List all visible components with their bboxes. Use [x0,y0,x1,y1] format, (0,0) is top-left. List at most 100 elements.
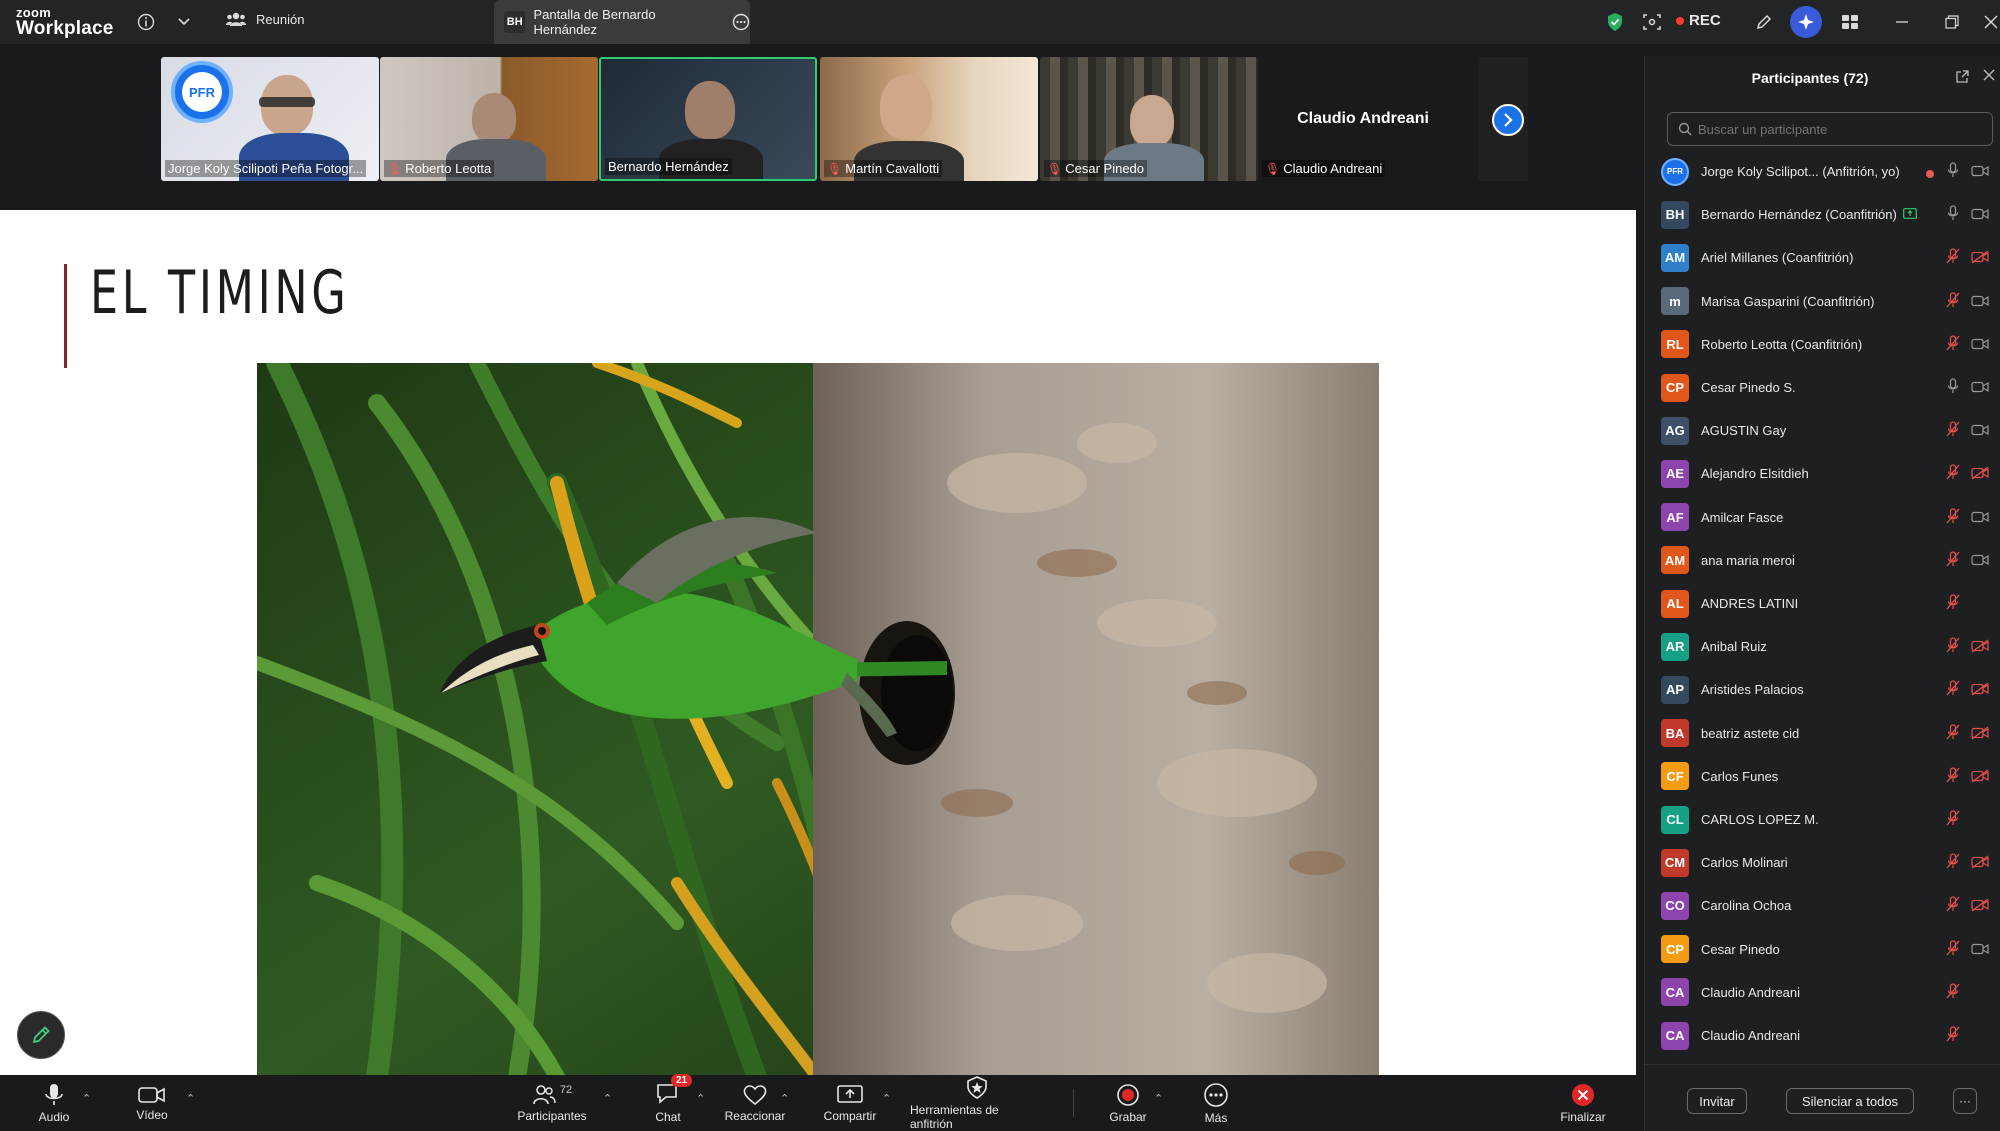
microphone-icon[interactable] [1947,162,1959,181]
camera-off-icon[interactable] [1971,769,1989,786]
participant-row[interactable]: AE Alejandro Elsitdieh [1661,452,1997,495]
participant-row[interactable]: CO Carolina Ochoa [1661,884,1997,927]
microphone-muted-icon[interactable] [1946,983,1960,1002]
participant-row[interactable]: CM Carlos Molinari [1661,841,1997,884]
camera-icon[interactable] [1971,380,1989,396]
close-window-icon[interactable] [1982,10,2000,34]
more-options-button[interactable]: ··· [1953,1088,1977,1114]
participant-row[interactable]: m Marisa Gasparini (Coanfitrión) [1661,280,1997,323]
microphone-muted-icon[interactable] [1946,637,1960,656]
next-page-button[interactable] [1492,104,1524,136]
microphone-muted-icon[interactable] [1946,767,1960,786]
restore-icon[interactable] [1940,10,1964,34]
camera-icon[interactable] [1971,942,1989,958]
end-meeting-button[interactable]: Finalizar [1556,1075,1610,1131]
invite-button[interactable]: Invitar [1687,1088,1747,1114]
participant-row[interactable]: AP Aristides Palacios [1661,668,1997,711]
microphone-muted-icon[interactable] [1946,853,1960,872]
apps-grid-icon[interactable] [1838,10,1862,34]
reactions-button[interactable]: Reaccionar [722,1075,788,1131]
microphone-muted-icon[interactable] [1946,810,1960,829]
annotate-button[interactable] [17,1011,65,1059]
video-tile[interactable]: 🎙 Cesar Pinedo [1040,57,1258,181]
microphone-muted-icon[interactable] [1946,291,1960,311]
camera-off-icon[interactable] [1971,639,1989,656]
participant-row[interactable]: AM Ariel Millanes (Coanfitrión) [1661,236,1997,279]
annotate-pen-icon[interactable] [1752,10,1776,34]
microphone-icon[interactable] [1947,205,1959,224]
participant-row[interactable]: CP Cesar Pinedo [1661,928,1997,971]
participant-row[interactable]: CP Cesar Pinedo S. [1661,366,1997,409]
microphone-muted-icon[interactable] [1946,680,1960,699]
participant-row[interactable]: CA Claudio Andreani [1661,1014,1997,1057]
popout-icon[interactable] [1955,70,1969,87]
recording-indicator[interactable]: REC [1676,12,1721,29]
participant-row[interactable]: AR Anibal Ruiz [1661,625,1997,668]
microphone-muted-icon[interactable] [1946,335,1960,354]
more-options-icon[interactable] [732,13,750,31]
chat-button[interactable]: 21 Chat [648,1074,693,1131]
participant-row[interactable] [1661,1057,1997,1060]
video-tile[interactable]: 🎙 Martín Cavallotti [820,57,1038,181]
microphone-muted-icon[interactable] [1946,421,1960,440]
microphone-muted-icon[interactable] [1946,248,1960,267]
camera-icon[interactable] [1971,164,1989,180]
captions-icon[interactable] [1640,10,1664,34]
participant-row[interactable]: RL Roberto Leotta (Coanfitrión) [1661,323,1997,366]
participants-button[interactable]: 72 Participantes [514,1075,590,1131]
microphone-muted-icon[interactable] [1946,896,1960,915]
camera-off-icon[interactable] [1971,898,1989,915]
microphone-muted-icon[interactable] [1946,594,1960,613]
microphone-muted-icon[interactable] [1946,551,1960,570]
camera-icon[interactable] [1971,423,1989,439]
microphone-icon[interactable] [1947,378,1959,397]
microphone-muted-icon[interactable] [1946,507,1960,527]
microphone-muted-icon[interactable] [1946,723,1960,743]
search-input[interactable] [1698,121,1958,137]
participant-row[interactable]: AF Amilcar Fasce [1661,496,1997,539]
camera-icon[interactable] [1971,294,1989,310]
video-tile[interactable]: 🎙 Roberto Leotta [380,57,598,181]
participant-row[interactable]: AM ana maria meroi [1661,539,1997,582]
camera-icon[interactable] [1971,553,1989,569]
camera-off-icon[interactable] [1971,466,1989,483]
reactions-options-chevron-icon[interactable]: ⌃ [780,1092,789,1105]
camera-icon[interactable] [1971,337,1989,353]
participant-row[interactable]: CA Claudio Andreani [1661,971,1997,1014]
participant-list[interactable]: PFR Jorge Koly Scilipot... (Anfitrión, yo… [1645,150,2000,1060]
camera-icon[interactable] [1971,207,1989,223]
share-options-chevron-icon[interactable]: ⌃ [882,1092,891,1105]
chevron-down-icon[interactable] [172,10,196,34]
participant-row[interactable]: AL ANDRES LATINI [1661,582,1997,625]
participant-row[interactable]: BH Bernardo Hernández (Coanfitrión) [1661,193,1997,236]
participant-row[interactable]: CL CARLOS LOPEZ M. [1661,798,1997,841]
meeting-tab[interactable]: Reunión [226,11,304,27]
minimize-icon[interactable] [1890,10,1914,34]
camera-off-icon[interactable] [1971,726,1989,743]
video-tile[interactable]: PFR Jorge Koly Scilipoti Peña Fotogr... [161,57,379,181]
security-shield-icon[interactable] [1603,10,1627,34]
audio-options-chevron-icon[interactable]: ⌃ [82,1092,91,1105]
record-options-chevron-icon[interactable]: ⌃ [1154,1092,1163,1105]
microphone-muted-icon[interactable] [1946,464,1960,483]
audio-button[interactable]: Audio [36,1075,72,1131]
video-options-chevron-icon[interactable]: ⌃ [186,1092,195,1105]
record-button[interactable]: Grabar [1108,1075,1148,1131]
share-screen-button[interactable]: Compartir [818,1075,882,1131]
chat-options-chevron-icon[interactable]: ⌃ [696,1092,705,1105]
more-button[interactable]: Más [1196,1075,1236,1131]
microphone-muted-icon[interactable] [1946,1026,1960,1045]
camera-off-icon[interactable] [1971,855,1989,872]
close-panel-icon[interactable] [1983,68,1995,86]
camera-icon[interactable] [1971,510,1989,526]
participant-row[interactable]: BA beatriz astete cid [1661,712,1997,755]
video-tile[interactable]: Bernardo Hernández [599,57,817,181]
microphone-muted-icon[interactable] [1946,939,1960,959]
info-icon[interactable] [134,10,158,34]
share-screen-tab[interactable]: BH Pantalla de Bernardo Hernández [494,0,750,44]
participant-row[interactable]: PFR Jorge Koly Scilipot... (Anfitrión, yo… [1661,150,1997,193]
participant-search[interactable] [1667,112,1993,146]
participant-row[interactable]: AG AGUSTIN Gay [1661,409,1997,452]
host-tools-button[interactable]: Herramientas de anfitrión [910,1075,1044,1131]
video-button[interactable]: Vídeo [134,1075,170,1131]
